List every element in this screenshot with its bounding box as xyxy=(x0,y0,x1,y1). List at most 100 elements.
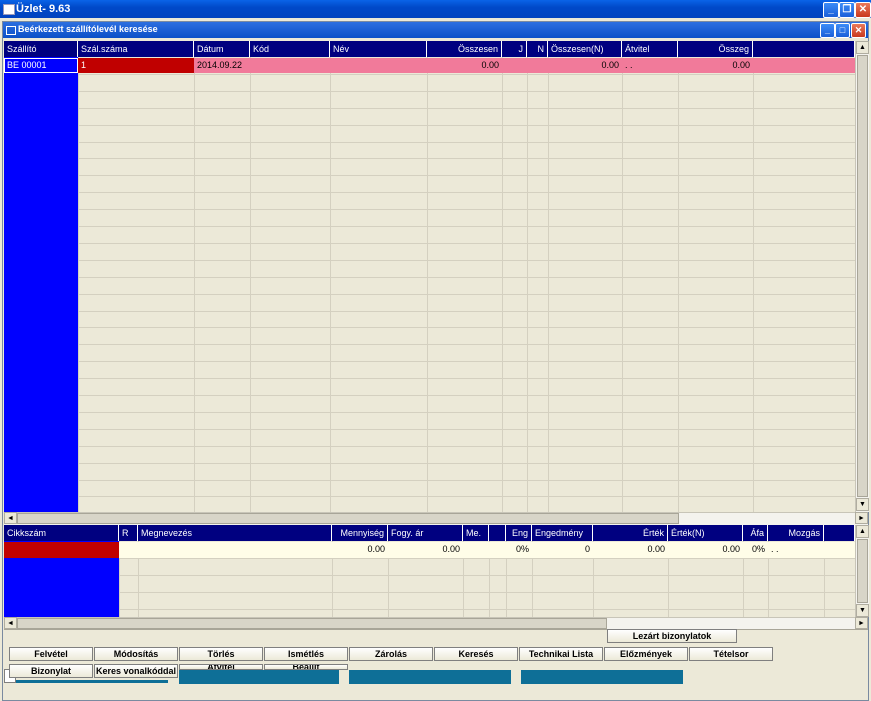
top-grid-vscroll[interactable]: ▲ ▼ xyxy=(855,41,869,512)
technikai-lista-button[interactable]: Technikai Lista xyxy=(519,647,603,661)
column-header[interactable]: Érték xyxy=(593,525,668,541)
column-header[interactable]: Áfa xyxy=(743,525,768,541)
column-header-filler xyxy=(753,41,855,57)
grid-line xyxy=(4,293,855,295)
hscroll-thumb[interactable] xyxy=(17,513,679,524)
column-header[interactable]: Összesen xyxy=(427,41,502,57)
column-header[interactable]: Mennyiség xyxy=(332,525,388,541)
torles-button[interactable]: Törlés xyxy=(179,647,263,661)
grid-line xyxy=(4,445,855,447)
bizonylat-button[interactable]: Bizonylat xyxy=(9,664,93,678)
cell-ertek[interactable]: 0.00 xyxy=(593,542,668,557)
scroll-thumb[interactable] xyxy=(857,539,868,603)
modositas-button[interactable]: Módosítás xyxy=(94,647,178,661)
grid-line xyxy=(4,496,855,498)
column-header[interactable]: Fogy. ár xyxy=(388,525,463,541)
grid-line xyxy=(4,592,855,593)
cell-afa[interactable]: 0% xyxy=(743,542,768,557)
column-header[interactable]: Eng xyxy=(506,525,532,541)
column-header[interactable]: Dátum xyxy=(194,41,250,57)
column-header[interactable]: Érték(N) xyxy=(668,525,743,541)
scroll-right-icon[interactable]: ► xyxy=(855,617,868,629)
grid-line xyxy=(4,558,855,559)
cell-atvitel[interactable]: . . xyxy=(622,58,678,73)
child-close-icon[interactable]: ✕ xyxy=(851,23,866,38)
grid-line xyxy=(4,344,855,346)
column-header[interactable]: Összesen(N) xyxy=(548,41,622,57)
column-header[interactable]: Kód xyxy=(250,41,330,57)
lezart-bizonylatok-button[interactable]: Lezárt bizonylatok xyxy=(607,629,737,643)
status-panel-1 xyxy=(179,670,339,684)
minimize-icon[interactable]: _ xyxy=(823,2,839,18)
grid-line xyxy=(4,175,855,177)
grid-line xyxy=(4,141,855,143)
cell-ertek-n[interactable]: 0.00 xyxy=(668,542,743,557)
grid-line xyxy=(4,158,855,160)
restore-icon[interactable]: ❐ xyxy=(839,2,855,18)
scroll-thumb[interactable] xyxy=(857,55,868,497)
column-header[interactable]: Mozgás xyxy=(768,525,824,541)
keres-vonalkoddal-button[interactable]: Keres vonalkóddal xyxy=(94,664,178,678)
grid-line xyxy=(4,462,855,464)
scroll-up-icon[interactable]: ▲ xyxy=(856,525,869,538)
cell-osszeg[interactable]: 0.00 xyxy=(678,58,753,73)
top-grid[interactable]: Szállító Szál.száma Dátum Kód Név Összesen J N Ö… xyxy=(4,41,855,515)
grid-line xyxy=(4,276,855,278)
column-header[interactable]: R xyxy=(119,525,138,541)
grid-line xyxy=(4,192,855,194)
column-header[interactable]: J xyxy=(502,41,527,57)
grid-line xyxy=(4,327,855,329)
column-header[interactable]: Cikkszám xyxy=(4,525,119,541)
scroll-left-icon[interactable]: ◄ xyxy=(4,512,17,524)
column-header[interactable]: Szál.száma xyxy=(78,41,194,57)
column-header[interactable]: Megnevezés xyxy=(138,525,332,541)
hscroll-thumb[interactable] xyxy=(17,618,607,629)
cell-datum[interactable]: 2014.09.22 xyxy=(194,58,250,73)
cell-osszesen-n[interactable]: 0.00 xyxy=(548,58,622,73)
column-header[interactable]: Engedmény xyxy=(532,525,593,541)
status-panel-3 xyxy=(521,670,683,684)
grid-line xyxy=(4,575,855,576)
close-icon[interactable]: ✕ xyxy=(855,2,871,18)
app-title: Üzlet- 9.63 xyxy=(16,3,71,15)
cell-mozgas[interactable]: . . xyxy=(768,542,824,557)
column-header-filler xyxy=(824,525,855,541)
child-minimize-icon[interactable]: _ xyxy=(820,23,835,38)
zarolas-button[interactable]: Zárolás xyxy=(349,647,433,661)
cell-osszesen[interactable]: 0.00 xyxy=(427,58,502,73)
cell-szallito[interactable]: BE 00001 xyxy=(4,58,78,73)
cell-eng[interactable]: 0% xyxy=(506,542,532,557)
scroll-left-icon[interactable]: ◄ xyxy=(4,617,17,629)
bottom-grid-vscroll[interactable]: ▲ ▼ xyxy=(855,525,869,617)
selected-cell[interactable] xyxy=(4,542,119,558)
column-header[interactable]: Összeg xyxy=(678,41,753,57)
grid-line xyxy=(4,73,855,75)
column-header[interactable]: Szállító xyxy=(4,41,78,57)
grid-line xyxy=(4,259,855,261)
column-header[interactable]: Me. xyxy=(463,525,489,541)
column-header[interactable]: Átvitel xyxy=(622,41,678,57)
grid-line xyxy=(4,361,855,363)
app-titlebar: Üzlet- 9.63 _ ❐ ✕ xyxy=(0,0,871,18)
bottom-grid[interactable]: Cikkszám R Megnevezés Mennyiség Fogy. ár Me. E… xyxy=(4,525,855,627)
scroll-down-icon[interactable]: ▼ xyxy=(856,604,869,617)
top-grid-hscroll[interactable]: ◄ ► xyxy=(4,512,868,525)
ismetles-button[interactable]: Ismétlés xyxy=(264,647,348,661)
cell-mennyiseg[interactable]: 0.00 xyxy=(332,542,388,557)
scroll-up-icon[interactable]: ▲ xyxy=(856,41,869,54)
tetelsor-button[interactable]: Tételsor xyxy=(689,647,773,661)
felvetel-button[interactable]: Felvétel xyxy=(9,647,93,661)
elozmenyek-button[interactable]: Előzmények xyxy=(604,647,688,661)
cell-szal-szama[interactable]: 1 xyxy=(78,58,194,73)
column-header[interactable]: N xyxy=(527,41,548,57)
kereses-button[interactable]: Keresés xyxy=(434,647,518,661)
scroll-right-icon[interactable]: ► xyxy=(855,512,868,524)
window-title: Beérkezett szállítólevél keresése xyxy=(18,24,158,34)
scroll-down-icon[interactable]: ▼ xyxy=(856,498,869,511)
column-header[interactable]: Név xyxy=(330,41,427,57)
child-maximize-icon[interactable]: □ xyxy=(835,23,850,38)
column-header[interactable] xyxy=(489,525,506,541)
cell-engedmeny[interactable]: 0 xyxy=(532,542,593,557)
cell-fogy-ar[interactable]: 0.00 xyxy=(388,542,463,557)
progress-strip xyxy=(16,680,168,683)
